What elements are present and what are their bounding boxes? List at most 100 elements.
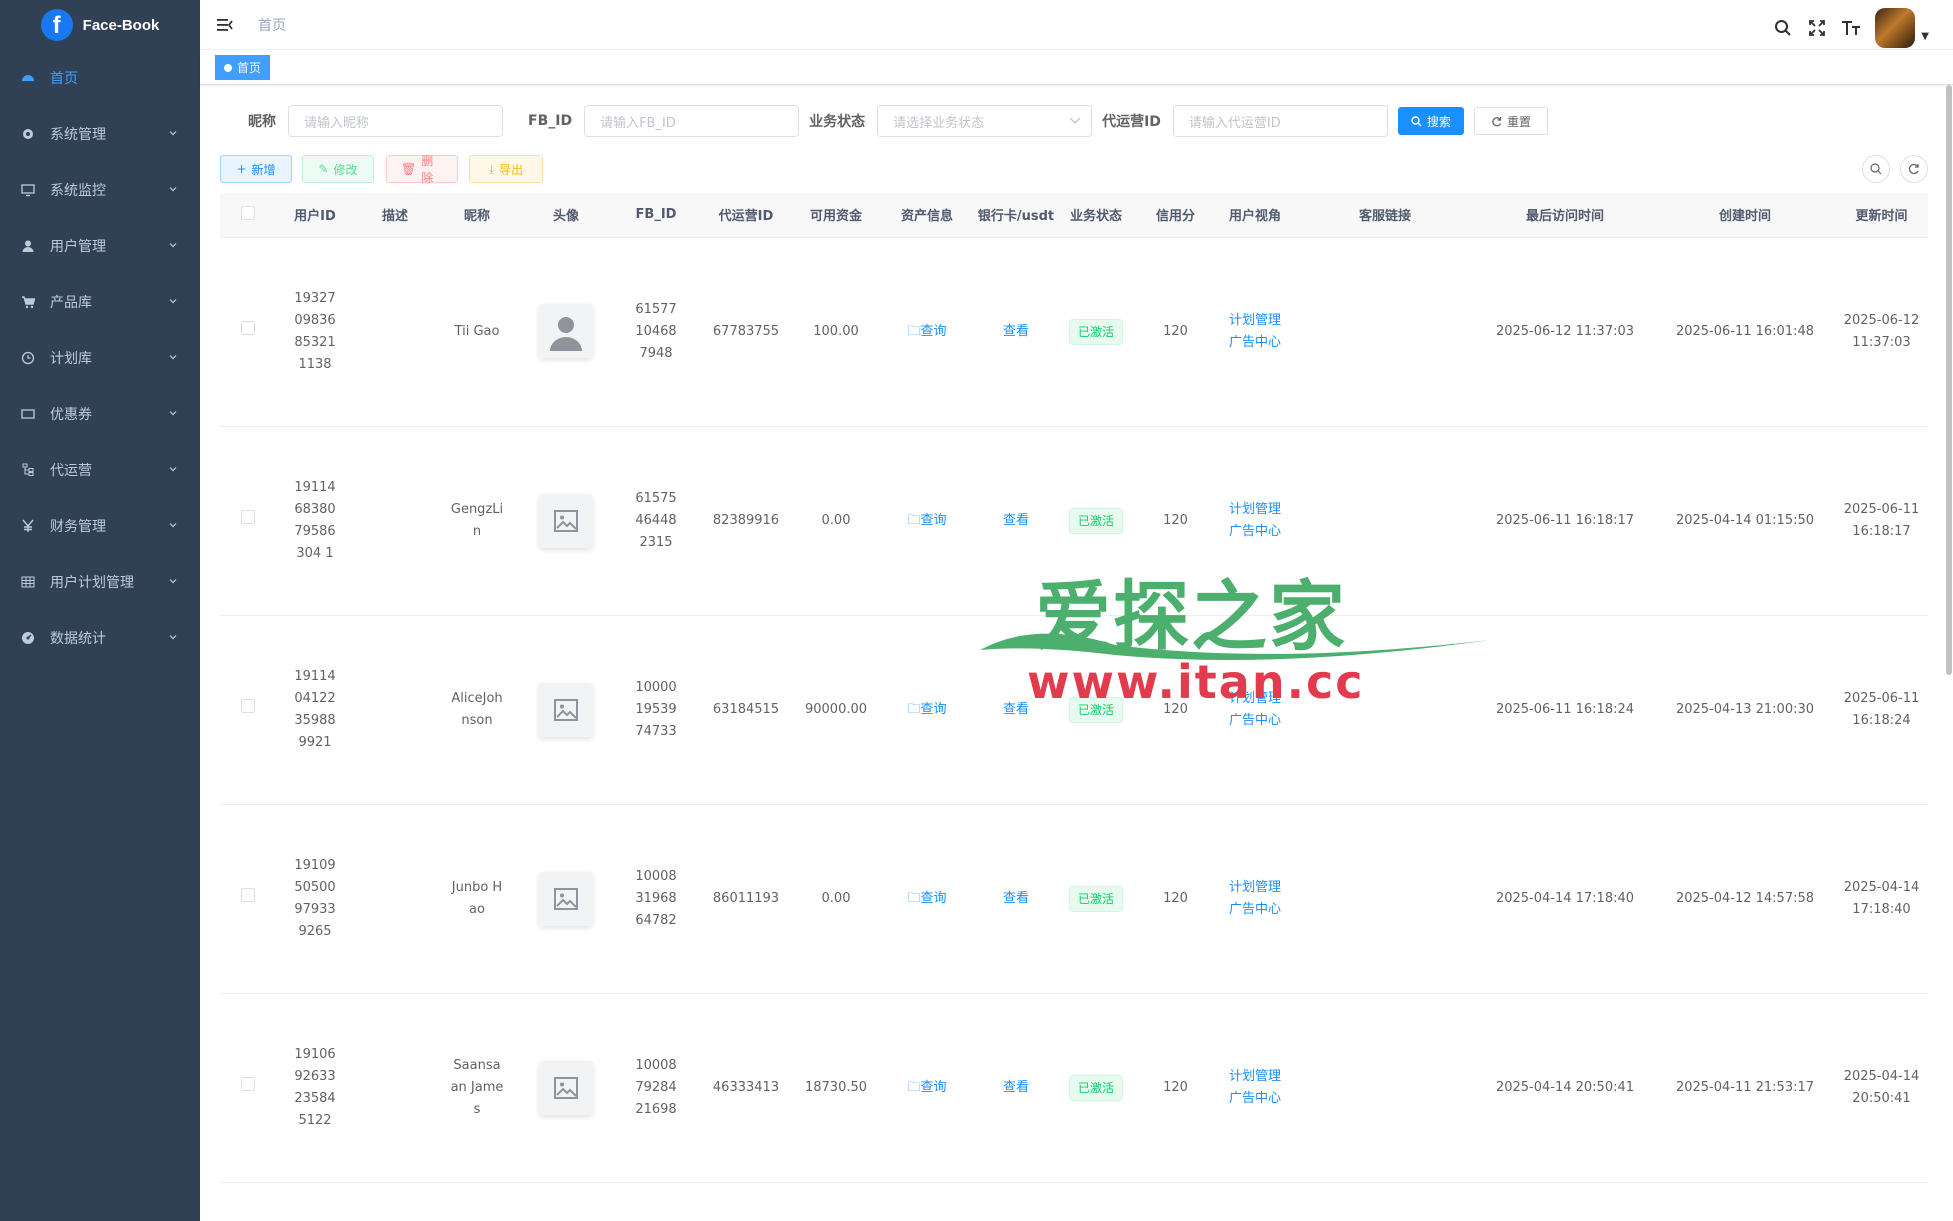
ad-center-link[interactable]: 广告中心 xyxy=(1221,710,1289,732)
plan-manage-link[interactable]: 计划管理 xyxy=(1221,877,1289,899)
bank-view-link[interactable]: 查看 xyxy=(1003,513,1029,528)
row-checkbox[interactable] xyxy=(241,1076,255,1091)
column-header: 昵称 xyxy=(436,193,518,238)
bank-cell: 查看 xyxy=(976,804,1056,994)
asset-query-link[interactable]: 🗀查询 xyxy=(907,324,946,339)
image-placeholder-icon xyxy=(554,1076,578,1099)
plan-manage-link[interactable]: 计划管理 xyxy=(1221,499,1289,521)
credit-cell: 120 xyxy=(1136,615,1215,805)
edit-button[interactable]: ✎ 修改 xyxy=(302,155,374,183)
ad-center-link[interactable]: 广告中心 xyxy=(1221,521,1289,543)
fullscreen-icon[interactable] xyxy=(1807,18,1827,38)
user-avatar-thumb[interactable] xyxy=(539,1060,593,1115)
sidebar-item-4[interactable]: 产品库 xyxy=(0,274,200,330)
plan-manage-link[interactable]: 计划管理 xyxy=(1221,688,1289,710)
balance-cell: 0.00 xyxy=(794,426,878,616)
ad-center-link[interactable]: 广告中心 xyxy=(1221,1088,1289,1110)
table-row: 1911404122359889921 AliceJohnson 1000019… xyxy=(220,615,1928,805)
sidebar-item-7[interactable]: 代运营 xyxy=(0,442,200,498)
chevron-down-icon xyxy=(169,523,177,528)
bank-view-link[interactable]: 查看 xyxy=(1003,702,1029,717)
ad-center-link[interactable]: 广告中心 xyxy=(1221,899,1289,921)
user-avatar-thumb[interactable] xyxy=(539,682,593,737)
user-view-cell: 计划管理 广告中心 xyxy=(1215,615,1295,805)
ad-center-link[interactable]: 广告中心 xyxy=(1221,332,1289,354)
row-checkbox[interactable] xyxy=(241,320,255,335)
brand-logo[interactable]: f Face-Book xyxy=(0,0,200,50)
sidebar-item-9[interactable]: 用户计划管理 xyxy=(0,554,200,610)
add-button[interactable]: + 新增 xyxy=(220,155,292,183)
export-button[interactable]: ⤓ 导出 xyxy=(469,155,543,183)
asset-info-cell: 🗀查询 xyxy=(878,993,976,1183)
created-cell: 2025-04-11 21:53:17 xyxy=(1655,993,1835,1183)
reset-button[interactable]: 重置 xyxy=(1473,107,1548,135)
asset-query-link[interactable]: 🗀查询 xyxy=(907,702,946,717)
asset-query-link[interactable]: 🗀查询 xyxy=(907,891,946,906)
nickname-input[interactable]: 请输入昵称 xyxy=(288,105,503,137)
export-label: 导出 xyxy=(499,162,524,177)
user-avatar[interactable] xyxy=(1875,8,1916,48)
bank-view-link[interactable]: 查看 xyxy=(1003,324,1029,339)
search-icon[interactable] xyxy=(1773,18,1793,38)
breadcrumb[interactable]: 首页 xyxy=(258,15,286,35)
user-id-cell: 1911404122359889921 xyxy=(276,615,354,805)
sidebar-item-1[interactable]: 系统管理 xyxy=(0,106,200,162)
status-select[interactable]: 请选择业务状态 xyxy=(877,105,1093,137)
sidebar-item-5[interactable]: 计划库 xyxy=(0,330,200,386)
bank-view-link[interactable]: 查看 xyxy=(1003,1080,1029,1095)
chevron-down-icon xyxy=(1069,117,1081,124)
asset-info-cell: 🗀查询 xyxy=(878,804,976,994)
fbid-input[interactable]: 请输入FB_ID xyxy=(584,105,800,137)
status-badge: 已激活 xyxy=(1068,318,1123,345)
hamburger-icon[interactable] xyxy=(216,16,234,34)
row-checkbox[interactable] xyxy=(241,509,255,524)
plan-manage-link[interactable]: 计划管理 xyxy=(1221,310,1289,332)
refresh-icon xyxy=(1908,163,1919,175)
toggle-search-button[interactable] xyxy=(1862,155,1890,183)
sidebar-item-3[interactable]: 用户管理 xyxy=(0,218,200,274)
scrollbar[interactable] xyxy=(1946,85,1952,675)
refresh-button[interactable] xyxy=(1900,155,1928,183)
service-link-cell xyxy=(1295,426,1475,616)
asset-query-link[interactable]: 🗀查询 xyxy=(907,1080,946,1095)
sidebar-item-6[interactable]: 优惠券 xyxy=(0,386,200,442)
nickname-cell: AliceJohnson xyxy=(436,615,518,805)
select-all-checkbox[interactable] xyxy=(241,205,255,220)
search-button[interactable]: 搜索 xyxy=(1397,107,1464,135)
agent-id-input[interactable]: 请输入代运营ID xyxy=(1172,105,1388,137)
sidebar-item-label: 用户管理 xyxy=(50,239,106,255)
bank-view-link[interactable]: 查看 xyxy=(1003,891,1029,906)
plan-manage-link[interactable]: 计划管理 xyxy=(1221,1066,1289,1088)
user-id-cell: 1932709836853211138 xyxy=(276,237,354,427)
column-header: 信用分 xyxy=(1136,193,1215,238)
tag-home[interactable]: 首页 xyxy=(215,55,271,80)
folder-icon: 🗀 xyxy=(907,1079,921,1095)
chevron-down-icon xyxy=(169,187,177,192)
sidebar-item-label: 计划库 xyxy=(50,351,92,367)
chevron-down-icon xyxy=(169,411,177,416)
updated-cell: 2025-04-14 17:18:40 xyxy=(1835,804,1928,994)
sidebar-item-8[interactable]: 财务管理 xyxy=(0,498,200,554)
column-header: 用户视角 xyxy=(1215,193,1295,238)
chart-icon xyxy=(20,630,36,646)
user-avatar-thumb[interactable] xyxy=(539,304,593,358)
sidebar-item-2[interactable]: 系统监控 xyxy=(0,162,200,218)
select-all-cell xyxy=(220,193,276,238)
user-avatar-thumb[interactable] xyxy=(539,493,593,548)
font-size-icon[interactable] xyxy=(1841,18,1861,38)
plus-icon: + xyxy=(236,162,247,176)
tags-view: 首页 xyxy=(200,51,1953,85)
asset-query-link[interactable]: 🗀查询 xyxy=(907,513,946,528)
row-checkbox[interactable] xyxy=(241,887,255,902)
user-avatar-thumb[interactable] xyxy=(539,871,593,926)
sidebar-item-10[interactable]: 数据统计 xyxy=(0,610,200,666)
coupon-icon xyxy=(20,406,36,422)
tag-label: 首页 xyxy=(237,61,262,75)
sidebar-item-label: 财务管理 xyxy=(50,519,106,535)
sidebar-item-0[interactable]: 首页 xyxy=(0,50,200,106)
created-cell: 2025-04-12 14:57:58 xyxy=(1655,804,1835,994)
avatar-cell xyxy=(518,615,614,805)
delete-button[interactable]: 🗑 删除 xyxy=(386,154,458,185)
caret-down-icon[interactable]: ▼ xyxy=(1921,31,1929,42)
row-checkbox[interactable] xyxy=(241,698,255,713)
